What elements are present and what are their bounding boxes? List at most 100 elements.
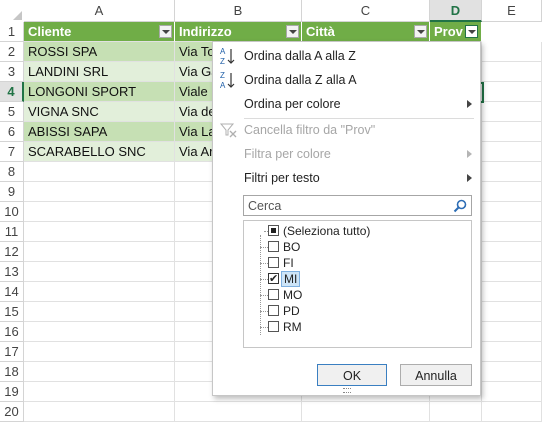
empty-cell[interactable] xyxy=(24,162,175,182)
table-cell[interactable]: LONGONI SPORT xyxy=(24,82,175,102)
empty-cell[interactable] xyxy=(482,402,542,422)
empty-cell[interactable] xyxy=(482,282,542,302)
row-header[interactable]: 2 xyxy=(0,42,24,62)
column-header-a[interactable]: A xyxy=(24,0,175,22)
empty-cell[interactable] xyxy=(482,342,542,362)
column-header-e[interactable]: E xyxy=(482,0,542,22)
row-header[interactable]: 3 xyxy=(0,62,24,82)
empty-cell[interactable] xyxy=(302,402,430,422)
empty-cell[interactable] xyxy=(24,282,175,302)
table-cell[interactable]: Via Ar xyxy=(175,142,213,162)
empty-cell[interactable] xyxy=(24,402,175,422)
empty-cell[interactable] xyxy=(482,222,542,242)
empty-cell[interactable] xyxy=(175,402,302,422)
header-cell-cliente[interactable]: Cliente xyxy=(24,22,175,42)
table-cell[interactable]: Viale xyxy=(175,82,213,102)
table-cell[interactable]: ABISSI SAPA xyxy=(24,122,175,142)
empty-cell[interactable] xyxy=(24,222,175,242)
empty-cell[interactable] xyxy=(482,42,542,62)
list-item[interactable]: FI xyxy=(244,255,464,271)
checkbox[interactable] xyxy=(268,305,279,316)
select-all-corner[interactable] xyxy=(0,0,25,23)
header-cell-citta[interactable]: Città xyxy=(302,22,430,42)
row-header[interactable]: 11 xyxy=(0,222,24,242)
list-item[interactable]: BO xyxy=(244,239,464,255)
table-cell[interactable]: Via To xyxy=(175,42,213,62)
row-header[interactable]: 12 xyxy=(0,242,24,262)
empty-cell[interactable] xyxy=(24,182,175,202)
table-cell[interactable]: VIGNA SNC xyxy=(24,102,175,122)
ok-button[interactable]: OK xyxy=(317,364,387,386)
menu-item-sort-by-color[interactable]: Ordina per colore xyxy=(213,92,480,116)
row-header[interactable]: 9 xyxy=(0,182,24,202)
list-item[interactable]: PD xyxy=(244,303,464,319)
menu-item-text-filters[interactable]: Filtri per testo xyxy=(213,166,480,190)
filter-dropdown-button[interactable] xyxy=(159,25,172,38)
filter-dropdown-button[interactable] xyxy=(414,25,427,38)
checkbox[interactable] xyxy=(268,257,279,268)
empty-cell[interactable] xyxy=(24,242,175,262)
menu-item-sort-desc[interactable]: Z A Ordina dalla Z alla A xyxy=(213,68,480,92)
list-item[interactable]: MO xyxy=(244,287,464,303)
row-header[interactable]: 6 xyxy=(0,122,24,142)
table-cell[interactable]: LANDINI SRL xyxy=(24,62,175,82)
column-header-b[interactable]: B xyxy=(175,0,302,22)
row-header[interactable]: 13 xyxy=(0,262,24,282)
cancel-button[interactable]: Annulla xyxy=(400,364,472,386)
checkbox[interactable] xyxy=(268,321,279,332)
empty-cell[interactable] xyxy=(482,182,542,202)
row-header[interactable]: 5 xyxy=(0,102,24,122)
empty-cell[interactable] xyxy=(24,322,175,342)
filter-values-list[interactable]: (Seleziona tutto) BO FI MI MO PD xyxy=(243,220,472,348)
empty-cell[interactable] xyxy=(482,242,542,262)
table-cell[interactable]: SCARABELLO SNC xyxy=(24,142,175,162)
table-cell[interactable]: Via Ga xyxy=(175,62,213,82)
list-item[interactable]: MI xyxy=(244,271,464,287)
empty-cell[interactable] xyxy=(482,62,542,82)
checkbox-checked[interactable] xyxy=(268,271,279,287)
table-cell[interactable]: ROSSI SPA xyxy=(24,42,175,62)
row-header[interactable]: 7 xyxy=(0,142,24,162)
empty-cell[interactable] xyxy=(482,142,542,162)
table-cell[interactable]: Via La xyxy=(175,122,213,142)
row-header[interactable]: 10 xyxy=(0,202,24,222)
row-header[interactable]: 19 xyxy=(0,382,24,402)
empty-cell[interactable] xyxy=(482,382,542,402)
menu-item-sort-asc[interactable]: A Z Ordina dalla A alla Z xyxy=(213,44,480,68)
empty-cell[interactable] xyxy=(24,302,175,322)
empty-cell[interactable] xyxy=(24,342,175,362)
list-item[interactable]: RM xyxy=(244,319,464,335)
empty-cell[interactable] xyxy=(24,382,175,402)
search-icon[interactable] xyxy=(452,198,468,214)
empty-cell[interactable] xyxy=(482,322,542,342)
row-header[interactable]: 4 xyxy=(0,82,24,102)
empty-cell[interactable] xyxy=(24,362,175,382)
filter-dropdown-button[interactable] xyxy=(286,25,299,38)
row-header[interactable]: 8 xyxy=(0,162,24,182)
empty-cell[interactable] xyxy=(482,102,542,122)
row-header[interactable]: 16 xyxy=(0,322,24,342)
empty-cell[interactable] xyxy=(482,202,542,222)
row-header[interactable]: 1 xyxy=(0,22,24,42)
row-header[interactable]: 17 xyxy=(0,342,24,362)
empty-cell[interactable] xyxy=(24,262,175,282)
empty-cell[interactable] xyxy=(482,162,542,182)
empty-cell[interactable] xyxy=(24,202,175,222)
filter-dropdown-button-active[interactable] xyxy=(465,25,478,38)
checkbox[interactable] xyxy=(268,241,279,252)
resize-grip[interactable] xyxy=(343,388,351,393)
filter-search-box[interactable] xyxy=(243,195,472,216)
empty-cell[interactable] xyxy=(482,82,542,102)
row-header[interactable]: 18 xyxy=(0,362,24,382)
empty-cell[interactable] xyxy=(482,122,542,142)
header-cell-indirizzo[interactable]: Indirizzo xyxy=(175,22,302,42)
column-header-c[interactable]: C xyxy=(302,0,430,22)
row-header[interactable]: 15 xyxy=(0,302,24,322)
checkbox[interactable] xyxy=(268,289,279,300)
row-header[interactable]: 14 xyxy=(0,282,24,302)
empty-cell[interactable] xyxy=(430,402,482,422)
empty-cell[interactable] xyxy=(482,262,542,282)
empty-cell[interactable] xyxy=(482,302,542,322)
table-cell[interactable]: Via de xyxy=(175,102,213,122)
column-header-d[interactable]: D xyxy=(430,0,482,22)
